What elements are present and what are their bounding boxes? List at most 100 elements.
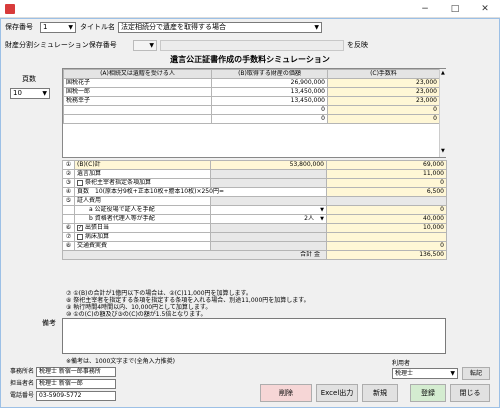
phone-label: 電話番号 bbox=[10, 392, 35, 399]
heir-name-cell[interactable] bbox=[63, 114, 212, 124]
new-button[interactable]: 新規 bbox=[362, 384, 398, 402]
pages-select[interactable]: 10 ▼ bbox=[10, 88, 50, 99]
empty-cell bbox=[326, 196, 447, 206]
register-button[interactable]: 登録 bbox=[410, 384, 446, 402]
heir-fee-cell: 0 bbox=[327, 114, 440, 124]
heir-value-cell[interactable]: 13,450,000 bbox=[211, 96, 328, 106]
chevron-down-icon: ▼ bbox=[68, 24, 73, 31]
heir-fee-cell: 23,000 bbox=[327, 78, 440, 88]
witness-b-select[interactable]: 2人 ▼ bbox=[210, 214, 327, 224]
total-value: 136,500 bbox=[326, 250, 447, 260]
reflect-label: を反映 bbox=[347, 41, 368, 49]
minimize-icon[interactable]: − bbox=[410, 0, 440, 18]
save-no-select[interactable]: 1 ▼ bbox=[40, 22, 76, 33]
chevron-down-icon: ▼ bbox=[450, 370, 455, 377]
row-transport: ⑧ 交通費実費 0 bbox=[62, 241, 447, 251]
table-row: 0 0 bbox=[63, 114, 440, 124]
travel-fee: 10,000 bbox=[326, 223, 447, 233]
scroll-up-icon[interactable]: ▲ bbox=[441, 70, 445, 76]
notes: ⑦ ①(B)の合計が1億円以下の場合は、②(C)11,000円を加算します。 ⑧… bbox=[66, 290, 446, 318]
table-row: 0 0 bbox=[63, 105, 440, 115]
sim-select[interactable]: ▼ bbox=[133, 40, 157, 51]
memo-textarea[interactable] bbox=[62, 318, 446, 354]
chevron-down-icon: ▼ bbox=[320, 207, 324, 213]
row-label: a 公証役場で証人を手配 bbox=[74, 205, 211, 215]
heir-name-cell[interactable]: 国税花子 bbox=[63, 78, 212, 88]
memo-label: 備考 bbox=[42, 319, 56, 327]
sickbed-checkbox[interactable] bbox=[77, 233, 83, 240]
row-subtotal: ① (B)(C)計 53,800,000 69,000 bbox=[62, 160, 447, 170]
row-witness: ⑤ 証人費用 bbox=[62, 196, 447, 206]
ritual-checkbox-cell[interactable]: 祭祀主宰者指定条項加算 bbox=[74, 178, 211, 188]
title-combo[interactable]: 法定相続分で遺産を取得する場合 ▼ bbox=[118, 22, 322, 33]
user-value: 税理士 bbox=[395, 370, 414, 377]
heir-value-cell[interactable]: 13,450,000 bbox=[211, 87, 328, 97]
person-label: 担当者名 bbox=[10, 380, 35, 387]
memo-hint: ※備考は、1000文字まで(全角入力推奨) bbox=[66, 358, 175, 365]
chevron-down-icon: ▼ bbox=[320, 216, 324, 222]
row-total: 合計 金 136,500 bbox=[62, 250, 447, 260]
empty-cell bbox=[210, 169, 327, 179]
row-number: ⑧ bbox=[62, 241, 75, 251]
sickbed-checkbox-cell[interactable]: 病床加算 bbox=[74, 232, 211, 242]
row-label: b 資格者代理人等が手配 bbox=[74, 214, 211, 224]
row-number: ⑥ bbox=[62, 223, 75, 233]
heir-value-cell[interactable]: 0 bbox=[211, 105, 328, 115]
heir-name-cell[interactable]: 国税一郎 bbox=[63, 87, 212, 97]
chevron-down-icon: ▼ bbox=[42, 90, 47, 97]
scroll-down-icon[interactable]: ▼ bbox=[441, 148, 445, 154]
title-value: 法定相続分で遺産を取得する場合 bbox=[121, 23, 226, 31]
empty-cell bbox=[210, 223, 327, 233]
heir-name-cell[interactable]: 税務幸子 bbox=[63, 96, 212, 106]
row-label: 交通費実費 bbox=[74, 241, 211, 251]
app-icon bbox=[5, 4, 15, 14]
chevron-down-icon: ▼ bbox=[314, 24, 319, 31]
witness-a-select[interactable]: ▼ bbox=[210, 205, 327, 215]
row-number: ① bbox=[62, 160, 75, 170]
row-label: 頁数 10(原本分9枚+正本10枚+謄本10枚)×250円= bbox=[74, 187, 327, 197]
travel-checkbox[interactable]: ✓ bbox=[77, 224, 83, 231]
sim-display-field bbox=[160, 40, 344, 51]
close-icon[interactable]: ✕ bbox=[470, 0, 500, 18]
heirs-header-row: (A)相続又は遺贈を受ける人 (B)取得する財産の価額 (C)手数料 bbox=[63, 69, 440, 79]
col-header-fee: (C)手数料 bbox=[327, 69, 440, 79]
heir-fee-cell: 23,000 bbox=[327, 96, 440, 106]
total-label: 合計 金 bbox=[62, 250, 327, 260]
sim-label: 財産分割シミュレーション保存番号 bbox=[5, 41, 117, 49]
row-label: 出張日当 bbox=[85, 224, 110, 232]
heir-value-cell[interactable]: 0 bbox=[211, 114, 328, 124]
close-button[interactable]: 閉じる bbox=[450, 384, 490, 402]
row-label: 遺言加算 bbox=[74, 169, 211, 179]
empty-cell bbox=[62, 205, 75, 215]
note-line: ⑧ 祭祀主宰者を指定する条項を指定する条項を入れる場合、別途11,000円を加算… bbox=[66, 297, 310, 304]
table-row: 税務幸子 13,450,000 23,000 bbox=[63, 96, 440, 106]
note-line: ⑨ 執行時間4時間以内、10,000円として加算します。 bbox=[66, 304, 212, 311]
empty-cell bbox=[210, 196, 327, 206]
pages-value: 10 bbox=[13, 89, 22, 97]
row-witness-a: a 公証役場で証人を手配 ▼ 0 bbox=[62, 205, 447, 215]
subtotal-value: 53,800,000 bbox=[210, 160, 327, 170]
ritual-checkbox[interactable] bbox=[77, 179, 83, 186]
delete-button[interactable]: 削除 bbox=[260, 384, 312, 402]
heir-value-cell[interactable]: 26,900,000 bbox=[211, 78, 328, 88]
phone-field[interactable]: 03-5909-5772 bbox=[36, 391, 116, 401]
row-number: ③ bbox=[62, 178, 75, 188]
row-witness-b: b 資格者代理人等が手配 2人 ▼ 40,000 bbox=[62, 214, 447, 224]
row-pages: ④ 頁数 10(原本分9枚+正本10枚+謄本10枚)×250円= 6,500 bbox=[62, 187, 447, 197]
heir-name-cell[interactable] bbox=[63, 105, 212, 115]
person-field[interactable]: 税理士 新宿一郎 bbox=[36, 379, 116, 389]
heirs-scrollbar[interactable]: ▲ ▼ bbox=[439, 69, 446, 157]
note-line: ⑩ ①の(C)の額及び③の(C)の額が1.5倍となります。 bbox=[66, 311, 207, 318]
user-select[interactable]: 税理士 ▼ bbox=[392, 368, 458, 379]
maximize-icon[interactable]: □ bbox=[440, 0, 470, 18]
row-number: ② bbox=[62, 169, 75, 179]
chevron-down-icon: ▼ bbox=[149, 42, 154, 49]
travel-checkbox-cell[interactable]: ✓ 出張日当 bbox=[74, 223, 211, 233]
transport-fee[interactable]: 0 bbox=[326, 241, 447, 251]
excel-export-button[interactable]: Excel出力 bbox=[316, 384, 358, 402]
transfer-button[interactable]: 転記 bbox=[462, 367, 490, 380]
office-field[interactable]: 税理士 新宿一郎事務所 bbox=[36, 367, 116, 377]
row-number: ④ bbox=[62, 187, 75, 197]
row-label: 病床加算 bbox=[85, 233, 110, 241]
col-header-name: (A)相続又は遺贈を受ける人 bbox=[63, 69, 212, 79]
